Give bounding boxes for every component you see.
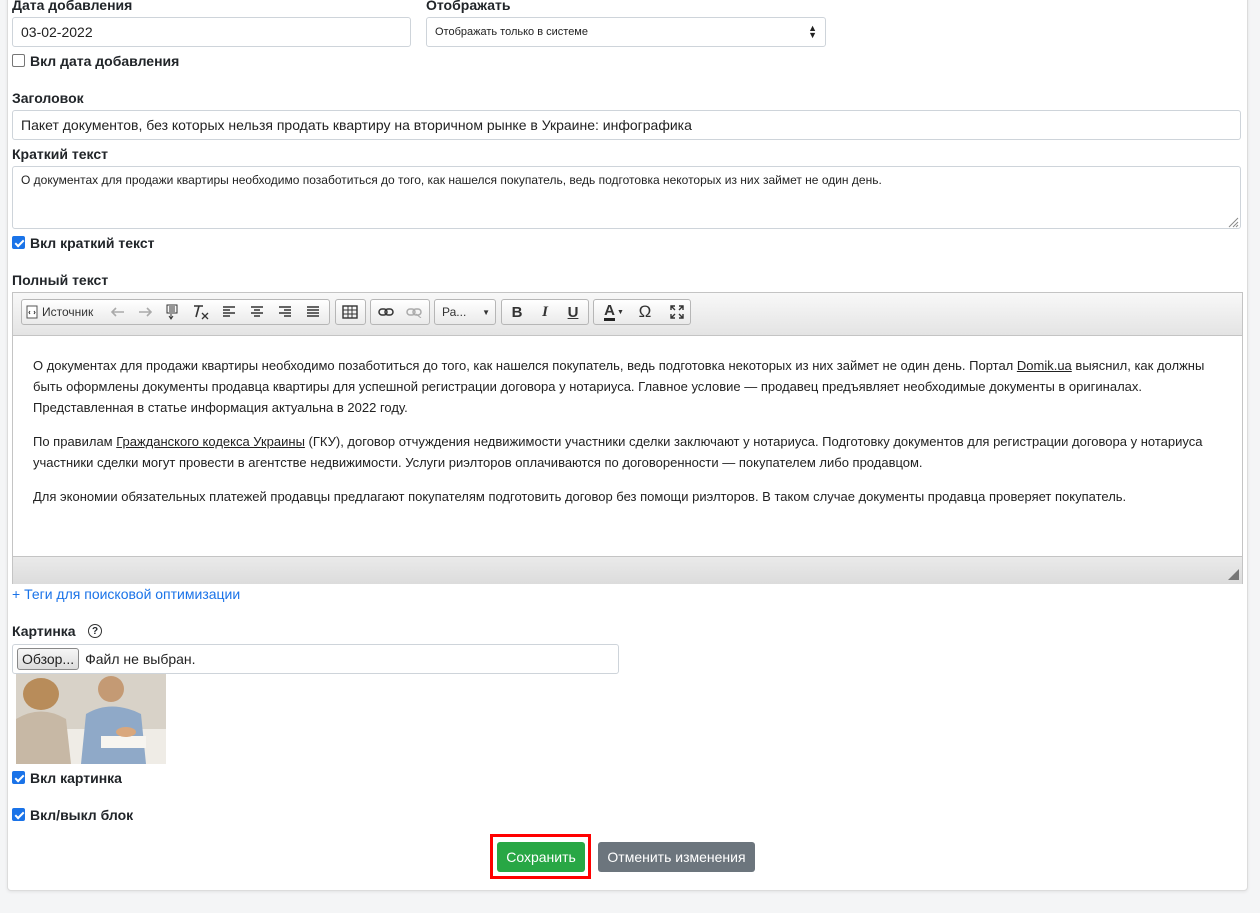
short-text-area[interactable]: О документах для продажи квартиры необхо… [12,166,1241,229]
caret-down-icon: ▼ [482,307,490,317]
resize-handle-icon[interactable] [1227,215,1239,233]
align-left-icon [223,306,235,317]
editor-paragraph: О документах для продажи квартиры необхо… [33,355,1228,418]
text-color-button[interactable]: A ▼ [599,300,629,324]
image-enable-checkbox[interactable] [12,771,25,784]
remove-format-button[interactable] [190,300,212,324]
full-text-label: Полный текст [12,272,109,288]
table-button[interactable] [340,300,360,324]
block-enable-checkbox[interactable] [12,808,25,821]
link-button[interactable] [375,300,397,324]
bold-button[interactable]: B [506,300,528,324]
redo-button[interactable] [135,300,155,324]
align-center-button[interactable] [247,300,267,324]
date-enable-checkbox[interactable] [12,54,25,67]
domik-link[interactable]: Domik.ua [1017,358,1072,373]
cancel-button[interactable]: Отменить изменения [598,842,755,872]
unlink-button[interactable] [403,300,425,324]
align-right-icon [279,306,291,317]
format-dropdown-label: Ра... [442,305,467,319]
unlink-icon [406,308,422,318]
browse-button[interactable]: Обзор... [17,648,80,670]
editor-text: По правилам [33,434,117,449]
editor-text: О документах для продажи квартиры необхо… [33,358,1017,373]
special-char-button[interactable]: Ω [634,300,656,324]
photo-thumbnail-icon [16,674,166,764]
undo-button[interactable] [108,300,128,324]
source-button[interactable]: Источник [26,300,102,324]
file-status: Файл не выбран. [85,651,196,667]
paste-text-icon [166,304,178,320]
caret-down-icon: ▼ [616,308,624,316]
date-label: Дата добавления [12,0,133,13]
short-text-enable-label: Вкл краткий текст [30,235,155,251]
editor-status-bar [13,556,1242,584]
title-label: Заголовок [12,90,84,106]
image-preview [16,674,166,764]
image-label: Картинка [12,623,76,639]
remove-format-icon [194,305,209,320]
link-icon [378,308,394,316]
civil-code-link[interactable]: Гражданского кодекса Украины [116,434,305,449]
short-text-enable-checkbox[interactable] [12,236,25,249]
file-input[interactable]: Обзор... Файл не выбран. [12,644,619,674]
maximize-icon [670,305,684,319]
align-center-icon [251,306,263,317]
justify-button[interactable] [303,300,323,324]
date-enable-label: Вкл дата добавления [30,53,180,69]
maximize-button[interactable] [666,300,688,324]
align-right-button[interactable] [275,300,295,324]
save-button[interactable]: Сохранить [497,842,585,872]
redo-icon [139,307,152,317]
date-input[interactable]: 03-02-2022 [12,17,411,47]
date-value: 03-02-2022 [21,24,93,40]
source-label: Источник [42,305,94,319]
table-icon [342,305,358,319]
paste-text-button[interactable] [163,300,183,324]
help-icon[interactable]: ? [88,624,102,638]
undo-icon [111,307,124,317]
select-arrows-icon: ▲ ▼ [808,23,817,40]
justify-icon [307,306,319,317]
short-text-label: Краткий текст [12,146,108,162]
title-input[interactable]: Пакет документов, без которых нельзя про… [12,110,1241,140]
seo-tags-link[interactable]: + Теги для поисковой оптимизации [12,586,240,602]
display-select-value: Отображать только в системе [435,26,588,38]
display-select[interactable]: Отображать только в системе ▲ ▼ [426,17,826,47]
underline-button[interactable]: U [562,300,584,324]
title-value: Пакет документов, без которых нельзя про… [21,117,692,133]
block-enable-label: Вкл/выкл блок [30,807,134,823]
short-text-value: О документах для продажи квартиры необхо… [21,173,882,187]
editor-paragraph: По правилам Гражданского кодекса Украины… [33,431,1228,473]
editor-resize-icon[interactable] [1228,567,1239,585]
format-dropdown[interactable]: Ра... ▼ [438,300,494,324]
source-icon [26,305,38,319]
editor-paragraph: Для экономии обязательных платежей прода… [33,489,1127,504]
align-left-button[interactable] [219,300,239,324]
text-color-icon: A [604,301,615,321]
editor-content[interactable]: О документах для продажи квартиры необхо… [33,355,1228,507]
display-label: Отображать [426,0,511,13]
italic-button[interactable]: I [534,300,556,324]
image-enable-label: Вкл картинка [30,770,122,786]
